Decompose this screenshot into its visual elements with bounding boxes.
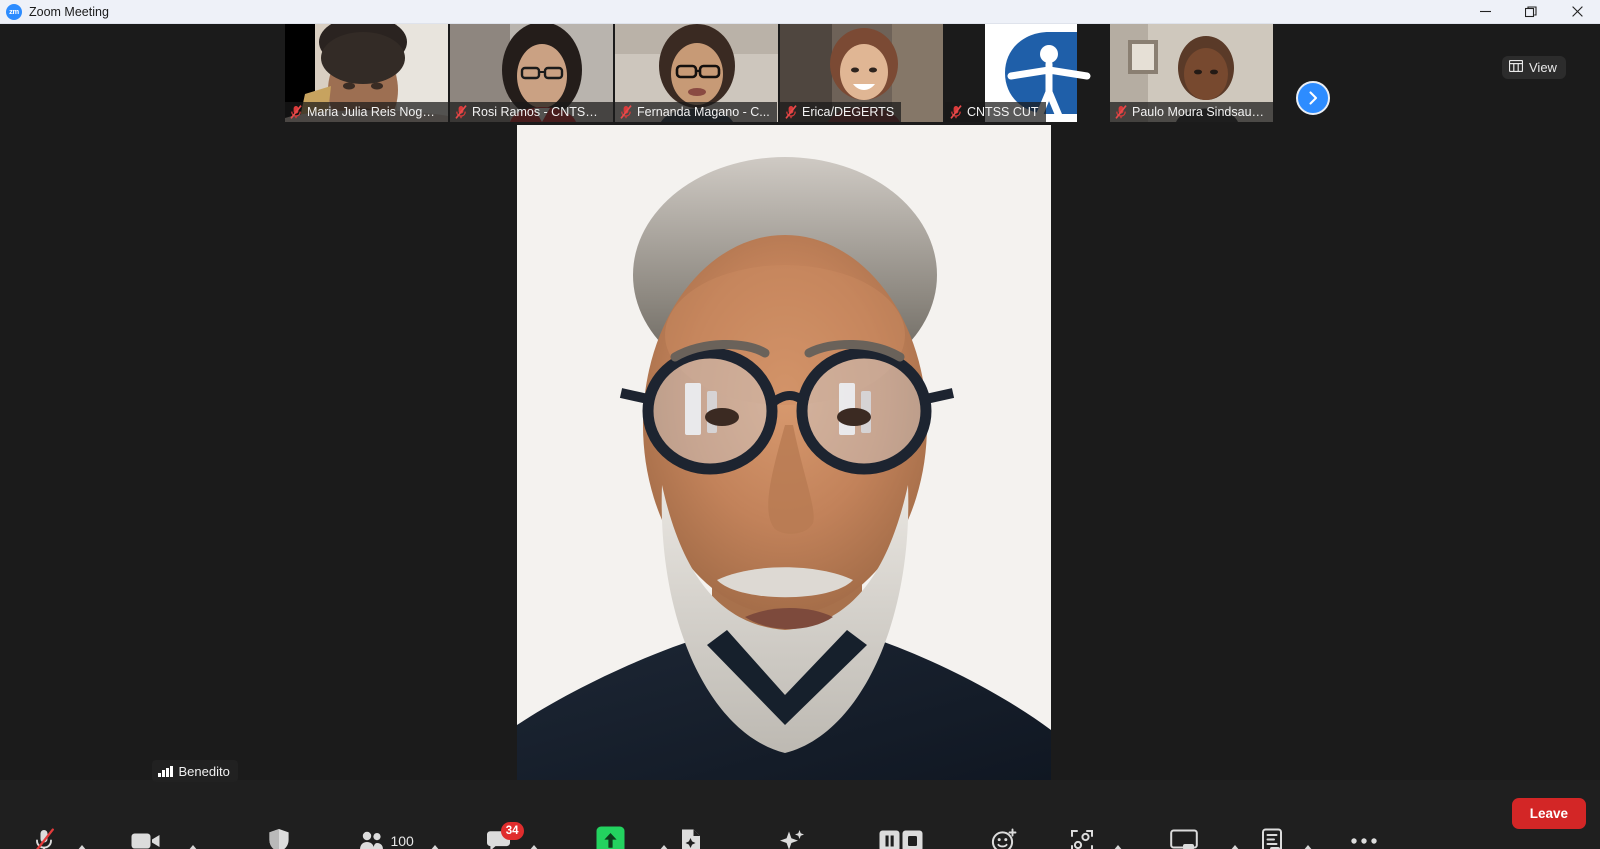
toolbar-ai-companion-button[interactable]: AI Companion bbox=[748, 815, 835, 849]
thumbnail-list: Maria Julia Reis Nogue... Rosi Ramos - C… bbox=[285, 24, 1273, 122]
thumbnail-name-bar: Rosi Ramos - CNTSS-... bbox=[450, 102, 613, 122]
whiteboard-icon bbox=[1170, 827, 1198, 849]
toolbar-summary-button[interactable]: Summary bbox=[660, 815, 721, 849]
toolbar-stop-video-button[interactable]: Stop Video bbox=[112, 815, 181, 849]
zoom-logo-icon: zm bbox=[6, 3, 22, 20]
chevron-up-icon[interactable] bbox=[425, 815, 445, 849]
thumbnail-name-bar: Erica/DEGERTS bbox=[780, 102, 902, 122]
active-speaker-name-tag: Benedito bbox=[152, 760, 238, 782]
thumbnail-name-bar: Fernanda Magano - C... bbox=[615, 102, 777, 122]
toolbar-unmute-button[interactable]: Unmute bbox=[18, 815, 70, 849]
microphone-muted-icon bbox=[455, 105, 467, 119]
active-speaker-name: Benedito bbox=[178, 763, 230, 779]
thumbnail-name: Fernanda Magano - C... bbox=[637, 105, 770, 119]
participant-thumbnail[interactable]: Erica/DEGERTS bbox=[780, 24, 943, 122]
thumbnail-name-bar: Maria Julia Reis Nogue... bbox=[285, 102, 448, 122]
minimize-icon[interactable] bbox=[1462, 0, 1508, 24]
chevron-up-icon[interactable] bbox=[1225, 815, 1245, 849]
thumbnail-name-bar: Paulo Moura Sindsaud... bbox=[1110, 102, 1273, 122]
chevron-up-icon[interactable] bbox=[72, 815, 92, 849]
grid-view-icon bbox=[1508, 59, 1524, 75]
toolbar-participants-button[interactable]: 100Participants bbox=[350, 815, 423, 849]
chevron-up-icon[interactable] bbox=[1108, 815, 1128, 849]
toolbar-notes-button[interactable]: Notes bbox=[1248, 815, 1296, 849]
toolbar-share-screen-button[interactable]: Share Screen bbox=[568, 815, 652, 849]
chevron-up-icon[interactable] bbox=[183, 815, 203, 849]
smiley-plus-icon bbox=[991, 827, 1017, 849]
microphone-muted-icon bbox=[32, 827, 56, 849]
toolbar-whiteboards-button[interactable]: Whiteboards bbox=[1145, 815, 1223, 849]
apps-icon bbox=[1069, 827, 1095, 849]
microphone-muted-icon bbox=[620, 105, 632, 119]
view-label: View bbox=[1529, 60, 1557, 75]
chat-unread-badge: 34 bbox=[500, 822, 524, 840]
view-layout-button[interactable]: View bbox=[1502, 56, 1566, 79]
thumbnail-name: Paulo Moura Sindsaud... bbox=[1132, 105, 1266, 119]
chat-bubble-icon: 34 bbox=[486, 822, 524, 849]
window-controls bbox=[1462, 0, 1600, 24]
toolbar-more-button[interactable]: More bbox=[1340, 815, 1388, 849]
thumbnail-name-bar: CNTSS CUT bbox=[945, 102, 1046, 122]
people-icon: 100 bbox=[359, 827, 414, 849]
participant-thumbnail[interactable]: Rosi Ramos - CNTSS-... bbox=[450, 24, 613, 122]
leave-button[interactable]: Leave bbox=[1511, 798, 1586, 829]
window-title-bar: zm Zoom Meeting bbox=[0, 0, 1600, 24]
chevron-up-icon[interactable] bbox=[1298, 815, 1318, 849]
summary-doc-icon bbox=[679, 827, 703, 849]
next-page-arrow-icon[interactable] bbox=[1296, 81, 1330, 115]
thumbnail-name: CNTSS CUT bbox=[967, 105, 1039, 119]
restore-icon[interactable] bbox=[1508, 0, 1554, 24]
zoom-meeting-window: zm Zoom Meeting Maria Julia Reis Nogue..… bbox=[0, 0, 1600, 849]
video-stage: Benedito bbox=[0, 125, 1600, 782]
thumbnail-name: Maria Julia Reis Nogue... bbox=[307, 105, 441, 119]
chevron-up-icon[interactable] bbox=[524, 815, 544, 849]
notes-icon bbox=[1260, 827, 1284, 849]
microphone-muted-icon bbox=[950, 105, 962, 119]
toolbar-reactions-button[interactable]: Reactions bbox=[972, 815, 1036, 849]
meeting-toolbar: Unmute Stop Video Security 100Participan… bbox=[0, 780, 1600, 849]
pause-stop-icon bbox=[879, 827, 923, 849]
microphone-muted-icon bbox=[290, 105, 302, 119]
speaker-portrait bbox=[517, 125, 1051, 780]
participant-thumbnail[interactable]: Paulo Moura Sindsaud... bbox=[1110, 24, 1273, 122]
ellipsis-icon bbox=[1350, 827, 1378, 849]
toolbar-apps-button[interactable]: Apps bbox=[1058, 815, 1106, 849]
thumbnail-name: Erica/DEGERTS bbox=[802, 105, 895, 119]
toolbar-pause-stop-recording-button[interactable]: Pause/stop recording bbox=[838, 815, 964, 849]
participants-count: 100 bbox=[390, 832, 414, 849]
microphone-muted-icon bbox=[1115, 105, 1127, 119]
share-screen-icon bbox=[596, 826, 625, 849]
toolbar-security-button[interactable]: Security bbox=[252, 815, 305, 849]
thumbnail-name: Rosi Ramos - CNTSS-... bbox=[472, 105, 606, 119]
microphone-muted-icon bbox=[785, 105, 797, 119]
active-speaker-video[interactable] bbox=[517, 125, 1051, 780]
close-icon[interactable] bbox=[1554, 0, 1600, 24]
participant-thumbnail[interactable]: Fernanda Magano - C... bbox=[615, 24, 778, 122]
participant-thumbnail[interactable]: Maria Julia Reis Nogue... bbox=[285, 24, 448, 122]
audio-level-bars-icon bbox=[158, 765, 173, 777]
participant-filmstrip: Maria Julia Reis Nogue... Rosi Ramos - C… bbox=[0, 24, 1600, 125]
participant-thumbnail[interactable]: CNTSS CUT bbox=[945, 24, 1108, 122]
sparkles-icon bbox=[778, 827, 806, 849]
camera-icon bbox=[131, 827, 161, 849]
shield-icon bbox=[268, 827, 290, 849]
toolbar-chat-button[interactable]: 34Chat bbox=[474, 815, 524, 849]
window-title: Zoom Meeting bbox=[29, 4, 109, 19]
